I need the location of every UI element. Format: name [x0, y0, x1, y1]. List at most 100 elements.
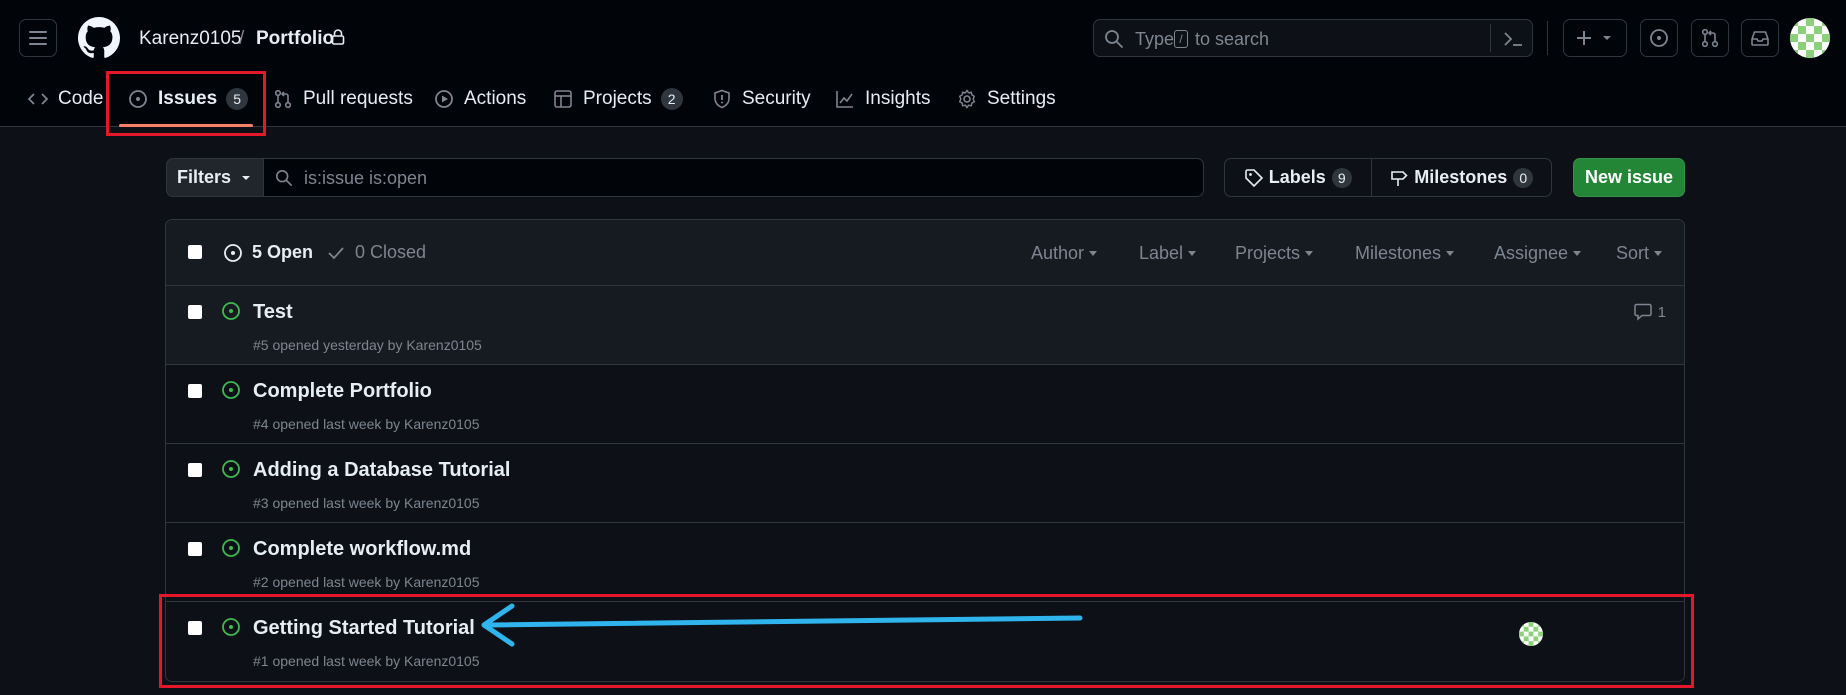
global-header: Karenz0105 / Portfolio Type / to search: [0, 0, 1846, 127]
labels-button[interactable]: Labels 9: [1225, 159, 1372, 196]
issue-checkbox[interactable]: [188, 384, 202, 398]
issue-search-field[interactable]: [263, 158, 1204, 197]
issue-checkbox[interactable]: [188, 463, 202, 477]
new-issue-button[interactable]: New issue: [1573, 158, 1685, 197]
user-avatar[interactable]: [1790, 18, 1830, 58]
triangle-down-icon: [242, 175, 251, 180]
git-pull-request-icon: [1701, 28, 1719, 48]
milestones-filter-dropdown[interactable]: Milestones: [1355, 243, 1455, 264]
issue-meta: #5 opened yesterday by Karenz0105: [253, 337, 482, 353]
sort-dropdown[interactable]: Sort: [1616, 243, 1663, 264]
author-filter-label: Author: [1031, 243, 1085, 263]
author-filter-dropdown[interactable]: Author: [1031, 243, 1098, 264]
tab-insights[interactable]: Insights: [835, 84, 930, 114]
issues-list-header: 5 Open 0 Closed Author Label Projects Mi…: [166, 220, 1684, 286]
filters-label: Filters: [176, 167, 232, 187]
breadcrumb-separator: /: [239, 28, 245, 49]
select-all-checkbox[interactable]: [188, 245, 202, 259]
command-palette-icon[interactable]: [1502, 29, 1524, 49]
issue-checkbox[interactable]: [188, 542, 202, 556]
triangle-down-icon: [1603, 36, 1611, 40]
issue-title-link[interactable]: Test: [253, 301, 293, 324]
issue-row[interactable]: Test #5 opened yesterday by Karenz0105 1: [166, 286, 1684, 365]
code-icon: [28, 93, 48, 105]
open-issues-label: 5 Open: [252, 242, 314, 262]
chevron-down-icon: [1188, 251, 1197, 256]
github-logo-icon[interactable]: [78, 17, 120, 59]
labels-count: 9: [1331, 167, 1352, 188]
labels-milestones-group: Labels 9 Milestones 0: [1224, 158, 1552, 197]
comment-icon: [1633, 303, 1652, 321]
issue-comments-link[interactable]: 1: [1633, 303, 1666, 321]
assignee-avatar[interactable]: [1519, 622, 1543, 646]
open-issues-toggle[interactable]: 5 Open: [223, 242, 313, 263]
tab-issues-count: 5: [226, 88, 249, 110]
issue-checkbox[interactable]: [188, 621, 202, 635]
tab-security[interactable]: Security: [712, 84, 811, 114]
graph-icon: [836, 91, 853, 108]
global-search-input[interactable]: Type / to search: [1093, 19, 1533, 57]
issue-opened-icon: [222, 618, 240, 636]
play-icon: [435, 90, 453, 108]
tab-code[interactable]: Code: [28, 84, 103, 114]
issue-row[interactable]: Adding a Database Tutorial #3 opened las…: [166, 444, 1684, 523]
issue-opened-icon: [222, 539, 240, 557]
tab-code-label: Code: [58, 88, 104, 109]
tab-settings-label: Settings: [987, 88, 1056, 109]
projects-filter-label: Projects: [1235, 243, 1301, 263]
create-new-button[interactable]: [1563, 19, 1627, 57]
chevron-down-icon: [1446, 251, 1455, 256]
projects-filter-dropdown[interactable]: Projects: [1235, 243, 1314, 264]
assignee-filter-dropdown[interactable]: Assignee: [1494, 243, 1582, 264]
issue-title-link[interactable]: Getting Started Tutorial: [253, 617, 475, 640]
issue-title-link[interactable]: Complete Portfolio: [253, 380, 432, 403]
header-inbox-button[interactable]: [1741, 19, 1779, 57]
breadcrumb-repo-link[interactable]: Portfolio: [256, 26, 334, 52]
issue-meta: #2 opened last week by Karenz0105: [253, 574, 480, 590]
issues-list: 5 Open 0 Closed Author Label Projects Mi…: [165, 219, 1685, 682]
issue-row[interactable]: Complete workflow.md #2 opened last week…: [166, 523, 1684, 602]
plus-icon: [1577, 31, 1591, 45]
labels-label: Labels: [1268, 167, 1326, 187]
chevron-down-icon: [1654, 251, 1663, 256]
issue-meta: #1 opened last week by Karenz0105: [253, 653, 480, 669]
search-placeholder-prefix: Type: [1135, 29, 1175, 49]
filters-dropdown-button[interactable]: Filters: [166, 158, 264, 197]
issue-row[interactable]: Getting Started Tutorial #1 opened last …: [166, 602, 1684, 681]
lock-icon: [331, 29, 345, 45]
tab-issues[interactable]: Issues 5: [128, 84, 249, 114]
search-icon: [275, 169, 293, 187]
issue-opened-icon: [129, 90, 147, 108]
search-shortcut-key: /: [1174, 30, 1188, 48]
header-issues-button[interactable]: [1640, 19, 1678, 57]
issue-row[interactable]: Complete Portfolio #4 opened last week b…: [166, 365, 1684, 444]
issue-meta: #4 opened last week by Karenz0105: [253, 416, 480, 432]
closed-issues-label: 0 Closed: [355, 242, 427, 262]
tab-pull-requests[interactable]: Pull requests: [273, 84, 413, 114]
issue-opened-icon: [222, 460, 240, 478]
breadcrumb-owner-link[interactable]: Karenz0105: [139, 26, 241, 52]
tab-settings[interactable]: Settings: [957, 84, 1056, 114]
tab-insights-label: Insights: [865, 88, 931, 109]
closed-issues-toggle[interactable]: 0 Closed: [327, 242, 426, 263]
comment-count: 1: [1657, 303, 1666, 321]
issue-title-link[interactable]: Complete workflow.md: [253, 538, 471, 561]
sort-label: Sort: [1616, 243, 1650, 263]
issue-checkbox[interactable]: [188, 305, 202, 319]
tab-actions[interactable]: Actions: [434, 84, 526, 114]
header-pull-requests-button[interactable]: [1691, 19, 1729, 57]
gear-icon: [958, 89, 976, 109]
issue-opened-icon: [222, 381, 240, 399]
tab-actions-label: Actions: [464, 88, 527, 109]
issue-title-link[interactable]: Adding a Database Tutorial: [253, 459, 510, 482]
chevron-down-icon: [1089, 251, 1098, 256]
tab-projects-count: 2: [660, 88, 683, 110]
tab-projects[interactable]: Projects 2: [553, 84, 683, 114]
milestones-label: Milestones: [1414, 167, 1508, 187]
chevron-down-icon: [1573, 251, 1582, 256]
inbox-icon: [1751, 31, 1769, 46]
hamburger-menu-button[interactable]: [19, 19, 57, 57]
issue-search-input[interactable]: [304, 165, 1184, 191]
label-filter-dropdown[interactable]: Label: [1139, 243, 1197, 264]
milestones-button[interactable]: Milestones 0: [1372, 159, 1551, 196]
